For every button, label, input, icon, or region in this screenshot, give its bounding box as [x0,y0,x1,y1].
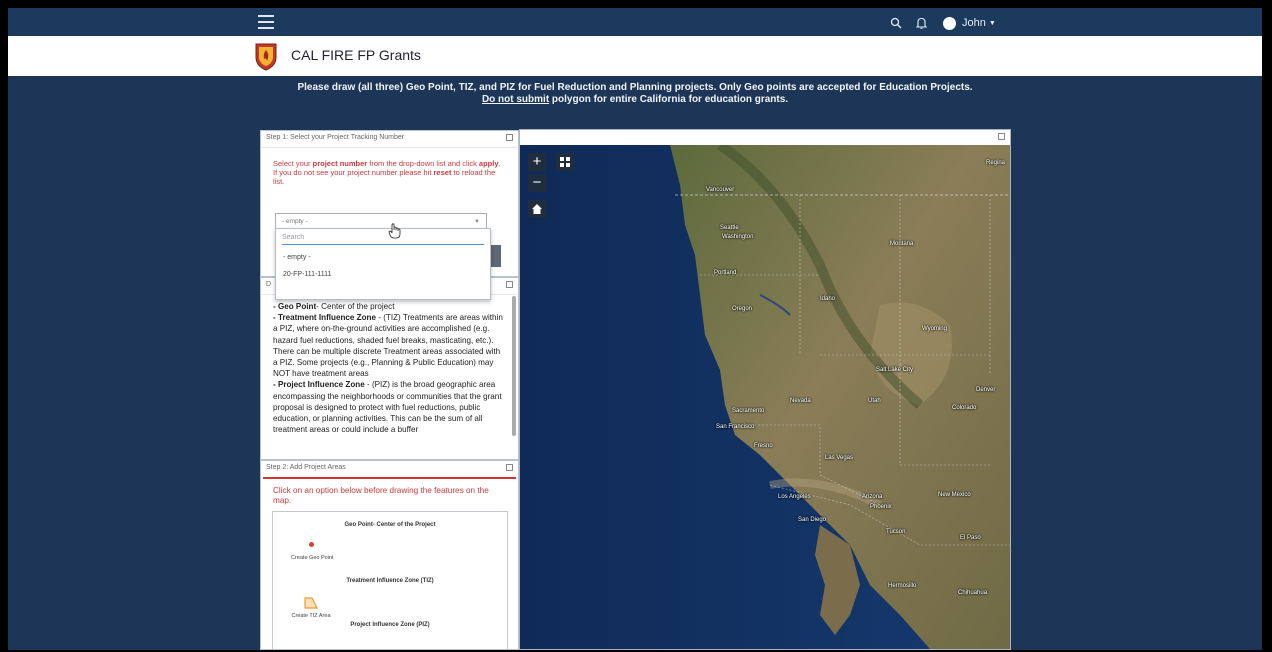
map-label: Sacramento [732,408,765,414]
instr-b: project number [312,159,368,168]
search-icon[interactable] [890,17,902,29]
top-navbar: John ▼ [8,8,1262,36]
geo-point-text: - Center of the project [316,302,395,311]
map-label: Wyoming [922,326,947,332]
tiz-text: - (TIZ) Treatments are areas within a PI… [273,313,503,379]
basemap-gallery-button[interactable] [556,153,574,171]
app-header: CAL FIRE FP Grants [8,36,1262,76]
geo-section-title: Geo Point- Center of the Project [344,522,436,528]
map-label: Nevada [790,398,811,404]
project-number-dropdown[interactable]: - empty - ▼ [275,213,487,229]
piz-section-title: Project Influence Zone (PIZ) [350,622,430,628]
definitions-title-text: D [266,281,272,288]
satellite-map[interactable] [520,145,1010,649]
cal-fire-logo-icon [255,43,277,71]
notice-line-2-rest: polygon for entire California for educat… [549,94,789,105]
map-label: Arizona [862,494,883,500]
user-name[interactable]: John [962,17,986,29]
dropdown-value: - empty - [282,218,308,225]
point-icon [308,542,314,547]
app-frame: John ▼ CAL FIRE FP Grants Please draw (a… [8,8,1262,650]
map-label: El Paso [960,535,981,541]
grid-icon [560,157,570,167]
map-label: Portland [714,270,737,276]
zoom-in-button[interactable]: + [528,153,546,171]
draw-options-box: Geo Point- Center of the Project Create … [272,511,508,649]
hand-cursor-icon [388,223,401,239]
notice-underlined: Do not submit [481,94,550,105]
map-label: Phoenix [870,504,892,510]
map-label: Colorado [952,405,977,411]
instr-d: apply [478,159,499,168]
dropdown-search-input[interactable]: Search [282,232,484,245]
definitions-panel: D - Geo Point- Center of the project - T… [260,277,519,460]
chevron-down-icon[interactable]: ▼ [989,20,996,27]
dropdown-list: Search - empty - 20-FP-111-1111 [275,223,491,300]
tiz-section-title: Treatment Influence Zone (TIZ) [346,578,434,584]
app-title: CAL FIRE FP Grants [291,47,421,63]
map-label: Chihuahua [958,590,988,596]
map-label: Tucson [886,529,906,535]
notice-line-1: Please draw (all three) Geo Point, TIZ, … [297,82,973,93]
hamburger-menu-icon[interactable] [258,15,274,29]
map-label: Idaho [820,296,836,302]
maximize-icon[interactable] [506,134,513,141]
create-tiz-label: Create TIZ Area [291,613,331,619]
maximize-icon[interactable] [506,281,513,288]
create-geo-point-label: Create Geo Point [291,555,334,561]
home-button[interactable] [528,200,546,218]
instr-c: from the drop-down list and click [367,159,479,168]
map-label: Hermosillo [888,583,917,589]
step2-title: Step 2: Add Project Areas [261,461,518,477]
map-label: Utah [868,398,881,404]
maximize-icon[interactable] [506,464,513,471]
navbar-right: John ▼ [890,14,996,32]
map-panel[interactable]: + − Regina Vancouver Seattle Washington … [519,129,1011,650]
zoom-out-button[interactable]: − [528,174,546,192]
map-label: New Mexico [938,492,971,498]
step2-panel: Step 2: Add Project Areas Click on an op… [260,460,519,650]
map-label: Washington [722,234,754,240]
avatar[interactable] [943,16,956,30]
create-geo-point-button[interactable]: Create Geo Point [291,542,334,561]
map-label: Oregon [732,306,753,312]
dropdown-option[interactable]: 20-FP-111-1111 [276,266,490,283]
map-label: Salt Lake City [876,367,914,373]
step1-title: Step 1: Select your Project Tracking Num… [261,131,518,148]
bell-icon[interactable] [916,17,927,29]
instr2-a: If you do not see your project number pl… [273,168,434,177]
step1-instructions: Select your project number from the drop… [261,148,518,186]
map-label: Montana [890,241,914,247]
dropdown-option[interactable]: - empty - [276,248,490,266]
map-label: San Diego [798,517,827,523]
create-tiz-area-button[interactable]: Create TIZ Area [291,596,331,619]
instr-e: . [498,159,501,168]
tiz-label: - Treatment Influence Zone [273,313,376,323]
instr-a: Select your [273,159,313,168]
definitions-text: - Geo Point- Center of the project - Tre… [261,295,518,435]
map-label: San Francisco [716,424,755,430]
step2-title-text: Step 2: Add Project Areas [266,464,346,471]
instr2-b: reset [433,168,452,177]
map-label: Regina [986,160,1006,166]
definitions-scrollbar[interactable] [512,296,516,436]
maximize-icon[interactable] [998,133,1005,140]
notice-line-2: Do not submit polygon for entire Califor… [8,94,1262,106]
map-label: Seattle [720,225,739,231]
map-label: Denver [976,387,996,393]
home-icon [532,204,542,214]
step2-instruction: Click on an option below before drawing … [273,486,489,505]
geo-point-label: - Geo Point [273,302,317,311]
piz-label: - Project Influence Zone [273,380,365,390]
notice-banner: Please draw (all three) Geo Point, TIZ, … [8,82,1262,106]
map-label: Los Angeles [778,494,811,500]
map-label: Las Vegas [825,455,854,461]
polygon-icon [304,597,318,609]
map-label: Vancouver [706,187,735,193]
map-label: Fresno [754,443,773,449]
step1-title-text: Step 1: Select your Project Tracking Num… [266,134,405,141]
